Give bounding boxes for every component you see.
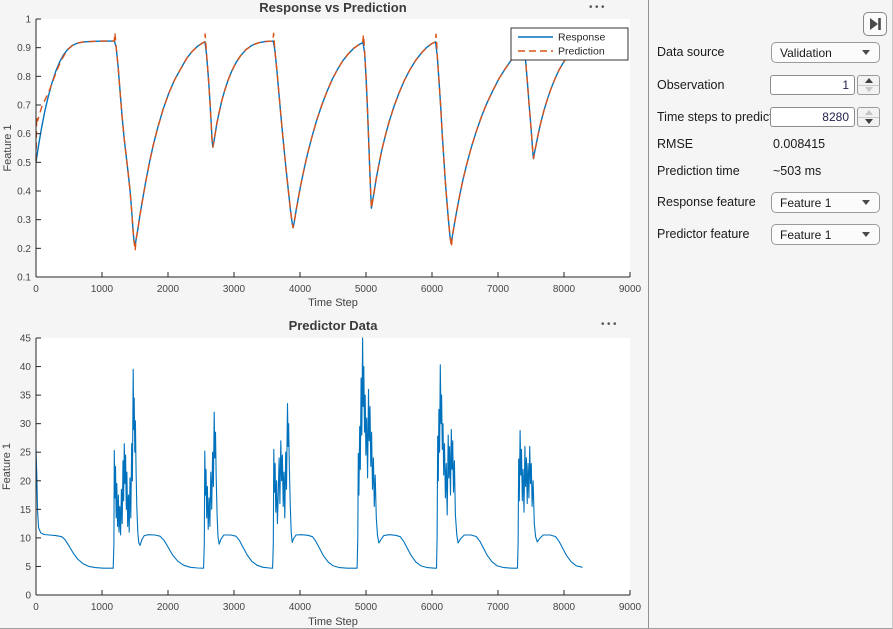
skip-to-end-icon <box>867 16 883 32</box>
svg-text:5: 5 <box>25 562 31 573</box>
svg-text:7000: 7000 <box>487 602 510 613</box>
predictor-feature-dropdown[interactable]: Feature 1 <box>771 224 880 245</box>
rmse-value: 0.008415 <box>773 137 825 151</box>
svg-text:9000: 9000 <box>619 284 642 295</box>
ellipsis-icon: ••• <box>589 2 607 13</box>
svg-text:4000: 4000 <box>289 602 312 613</box>
time-steps-increment-button[interactable] <box>858 108 879 118</box>
time-steps-label: Time steps to predict <box>657 110 773 124</box>
svg-text:1000: 1000 <box>91 602 114 613</box>
time-steps-input[interactable] <box>770 107 855 127</box>
svg-text:7000: 7000 <box>487 284 510 295</box>
svg-text:2000: 2000 <box>157 602 180 613</box>
observation-label: Observation <box>657 78 724 92</box>
svg-text:1: 1 <box>25 15 31 26</box>
predictor-data-chart: 0 1000 2000 3000 4000 5000 6000 7000 8000 9000 0 5 1… <box>0 310 648 629</box>
svg-text:0.6: 0.6 <box>17 129 31 140</box>
arrow-down-icon <box>865 87 873 92</box>
data-source-dropdown[interactable]: Validation <box>771 42 880 63</box>
svg-text:6000: 6000 <box>421 284 444 295</box>
svg-text:Response vs Prediction: Response vs Prediction <box>259 0 406 15</box>
prediction-time-value: ~503 ms <box>773 164 821 178</box>
svg-text:Response: Response <box>558 32 605 44</box>
svg-text:2000: 2000 <box>157 284 180 295</box>
prediction-app-window: 01000200030004000500060007000800090000.1… <box>0 0 893 629</box>
svg-text:Feature 1: Feature 1 <box>2 124 14 171</box>
observation-input[interactable] <box>770 75 855 95</box>
svg-text:3000: 3000 <box>223 284 246 295</box>
response-feature-dropdown[interactable]: Feature 1 <box>771 192 880 213</box>
svg-text:0.4: 0.4 <box>17 187 31 198</box>
prediction-time-label: Prediction time <box>657 164 740 178</box>
response-feature-value: Feature 1 <box>772 196 862 210</box>
svg-text:Feature 1: Feature 1 <box>1 443 13 490</box>
observation-field-group <box>770 75 880 95</box>
svg-text:Time Step: Time Step <box>308 616 358 628</box>
bottom-chart-options-button[interactable]: ••• <box>601 320 619 330</box>
rmse-label: RMSE <box>657 137 693 151</box>
svg-text:0.5: 0.5 <box>17 158 31 169</box>
svg-text:0.1: 0.1 <box>17 273 31 284</box>
response-feature-label: Response feature <box>657 195 756 209</box>
svg-text:0.8: 0.8 <box>17 72 31 83</box>
svg-text:0: 0 <box>25 591 31 602</box>
svg-text:1000: 1000 <box>91 284 114 295</box>
svg-text:8000: 8000 <box>553 602 576 613</box>
chevron-down-icon <box>862 232 870 237</box>
data-source-label: Data source <box>657 45 724 59</box>
svg-text:Predictor Data: Predictor Data <box>289 318 379 333</box>
ellipsis-icon: ••• <box>601 319 619 330</box>
svg-text:5000: 5000 <box>355 602 378 613</box>
predictor-feature-label: Predictor feature <box>657 227 749 241</box>
svg-text:4000: 4000 <box>289 284 312 295</box>
predictor-feature-value: Feature 1 <box>772 228 862 242</box>
chevron-down-icon <box>862 200 870 205</box>
observation-decrement-button[interactable] <box>858 86 879 95</box>
time-steps-field-group <box>770 107 880 127</box>
time-steps-decrement-button[interactable] <box>858 118 879 127</box>
svg-text:Time Step: Time Step <box>308 297 358 309</box>
chevron-down-icon <box>862 50 870 55</box>
data-source-value: Validation <box>772 46 862 60</box>
svg-text:20: 20 <box>20 476 32 487</box>
svg-text:40: 40 <box>20 362 32 373</box>
svg-text:10: 10 <box>20 533 32 544</box>
svg-text:0.3: 0.3 <box>17 215 31 226</box>
arrow-down-icon <box>865 119 873 124</box>
observation-increment-button[interactable] <box>858 76 879 86</box>
svg-text:3000: 3000 <box>223 602 246 613</box>
observation-spinner <box>857 75 880 95</box>
run-to-end-button[interactable] <box>863 12 887 36</box>
svg-text:0.2: 0.2 <box>17 244 31 255</box>
svg-text:Prediction: Prediction <box>558 46 605 58</box>
svg-text:25: 25 <box>20 448 32 459</box>
svg-text:0.7: 0.7 <box>17 101 31 112</box>
svg-text:8000: 8000 <box>553 284 576 295</box>
top-chart-options-button[interactable]: ••• <box>589 3 607 13</box>
svg-text:5000: 5000 <box>355 284 378 295</box>
svg-text:9000: 9000 <box>619 602 642 613</box>
arrow-up-icon <box>865 78 873 83</box>
svg-text:6000: 6000 <box>421 602 444 613</box>
svg-text:0: 0 <box>33 602 39 613</box>
svg-text:35: 35 <box>20 391 32 402</box>
svg-text:45: 45 <box>20 334 32 345</box>
svg-text:0.9: 0.9 <box>17 43 31 54</box>
arrow-up-icon <box>865 110 873 115</box>
time-steps-spinner <box>857 107 880 127</box>
svg-text:0: 0 <box>33 284 39 295</box>
response-vs-prediction-chart: 0 1000 2000 3000 4000 5000 6000 7000 8000 9000 0.1… <box>0 0 648 310</box>
svg-text:30: 30 <box>20 419 32 430</box>
controls-panel: Data source Validation Observation Time … <box>649 0 893 629</box>
svg-text:15: 15 <box>20 505 32 516</box>
